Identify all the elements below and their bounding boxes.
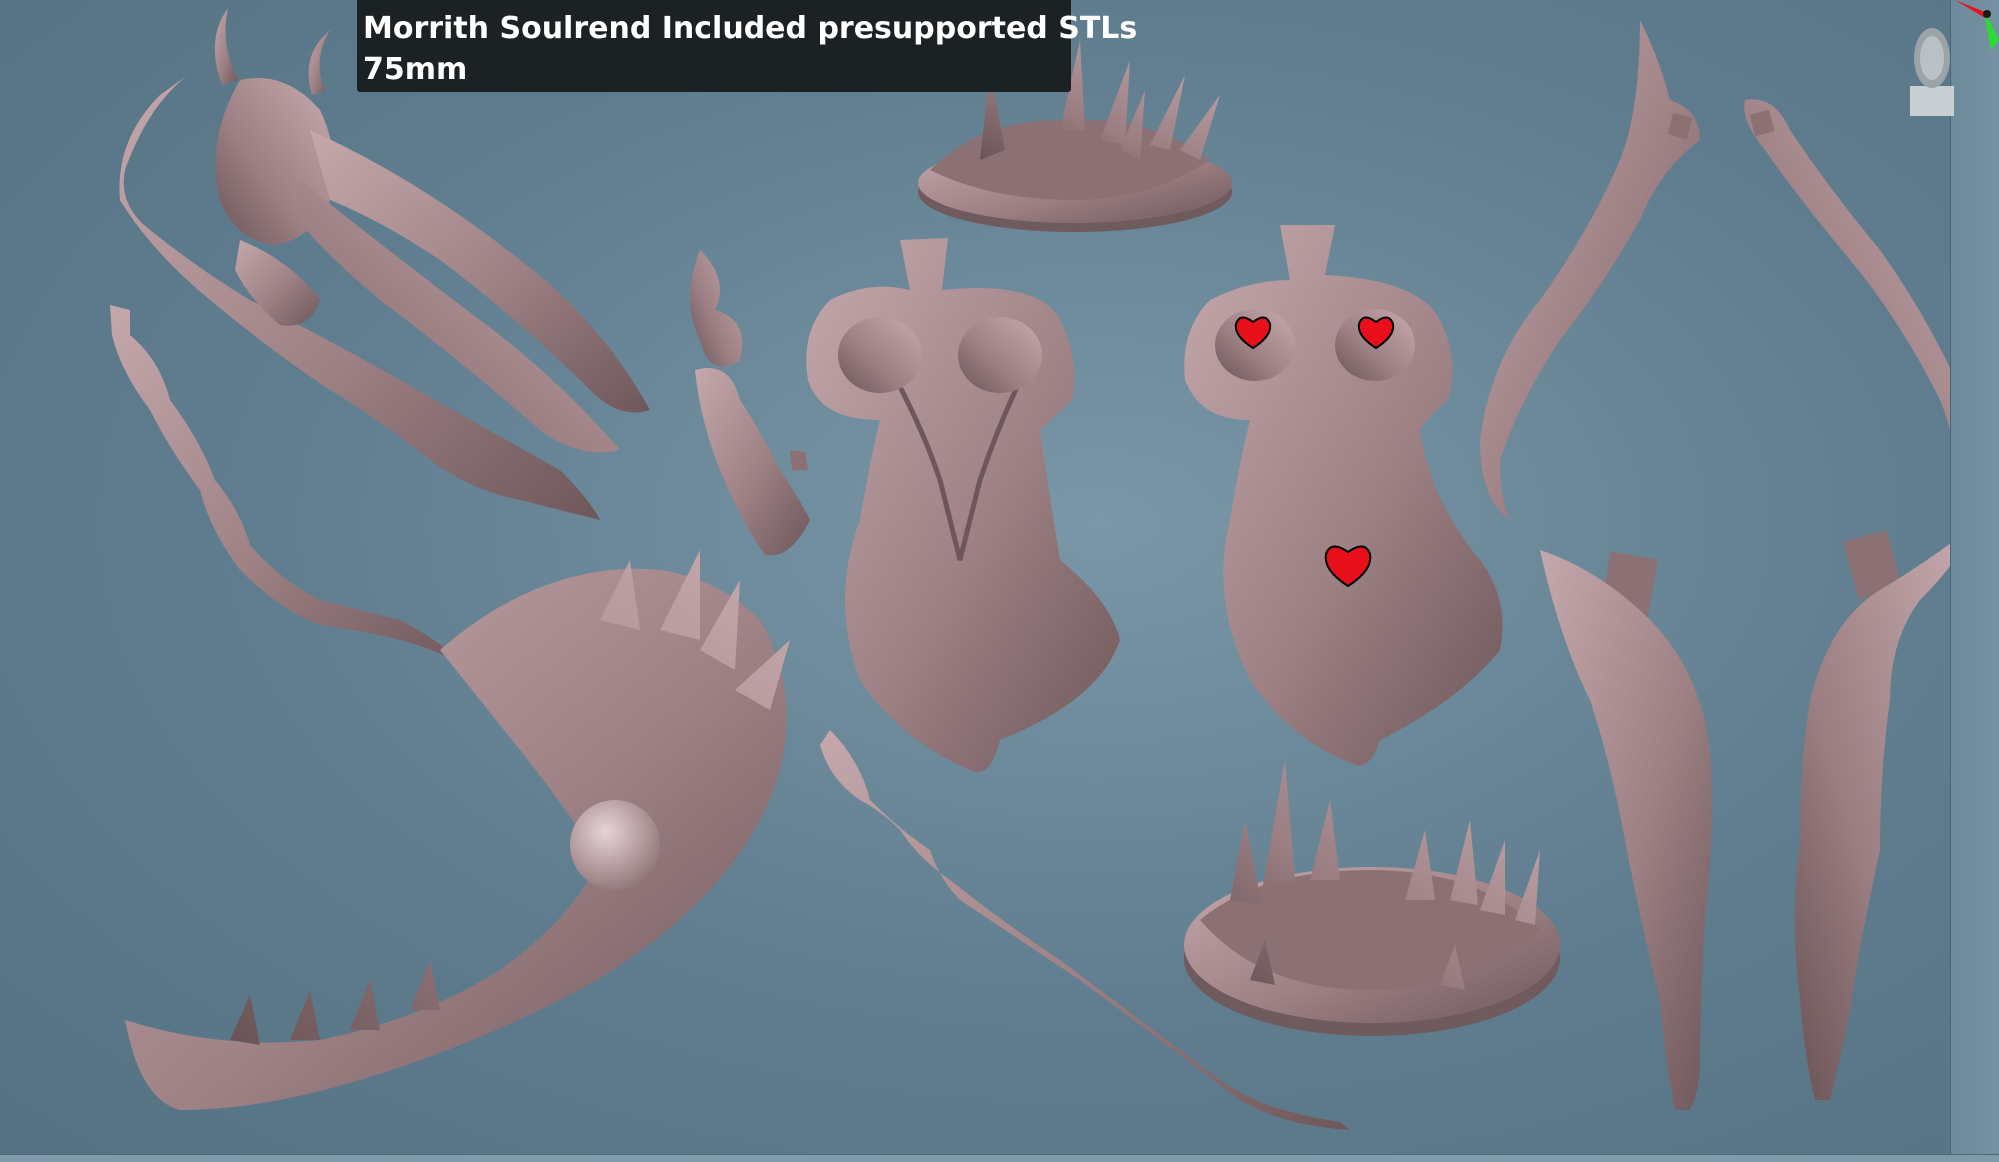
right-tool-strip[interactable] (1950, 0, 1999, 1161)
torso-back-model[interactable] (1184, 225, 1503, 766)
torso-front-model[interactable] (806, 238, 1120, 772)
title-text: Morrith Soulrend Included presupported S… (363, 11, 1138, 46)
leg-left-model[interactable] (1540, 550, 1712, 1110)
wing-left-model[interactable] (1480, 20, 1700, 520)
xyz-axis-icon[interactable] (1945, 0, 1999, 60)
3d-viewport[interactable]: Morrith Soulrend Included presupported S… (0, 0, 1999, 1162)
wing-right-model[interactable] (1744, 99, 1975, 517)
flame-hand-arm-model[interactable] (690, 250, 810, 556)
title-overlay: Morrith Soulrend Included presupported S… (357, 0, 1138, 92)
model-scene[interactable] (0, 0, 1999, 1161)
bottom-base-model[interactable] (1184, 760, 1560, 1036)
scale-text: 75mm (363, 52, 468, 87)
leg-right-model[interactable] (1795, 525, 1975, 1100)
